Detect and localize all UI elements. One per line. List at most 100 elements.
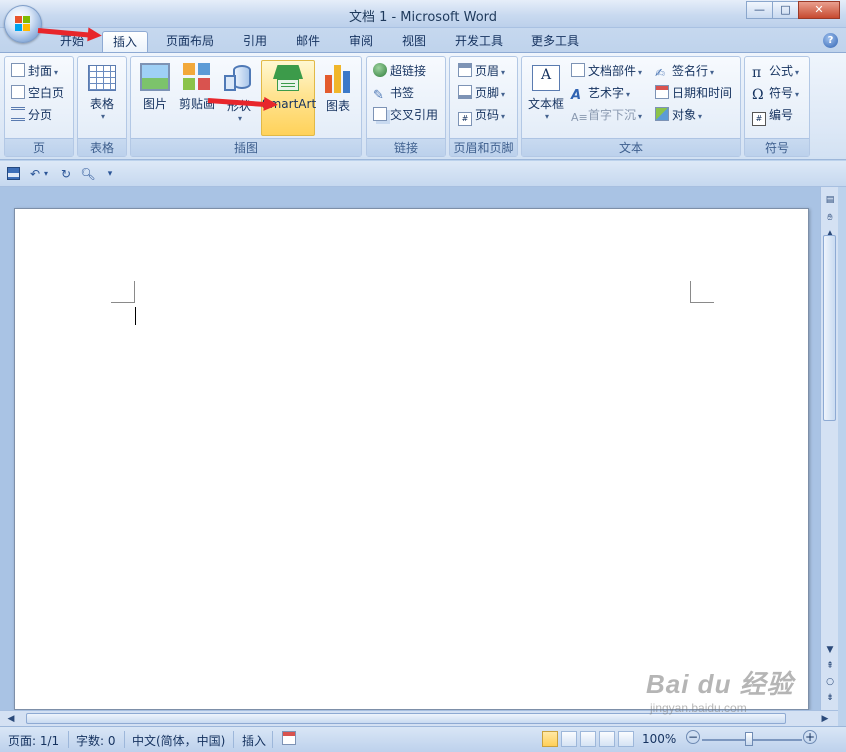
previous-page-icon[interactable]: ⇞ bbox=[823, 659, 837, 673]
wordart-button[interactable]: A 艺术字 ▾ bbox=[571, 83, 630, 103]
chart-label: 图表 bbox=[325, 99, 350, 113]
full-screen-reading-view-icon[interactable] bbox=[561, 731, 577, 747]
vertical-scrollbar[interactable]: ▤ ✋︎ ▲ ▼ ⇞ ○ ⇟ bbox=[820, 187, 838, 710]
close-button[interactable]: ✕ bbox=[798, 1, 840, 19]
chart-button[interactable]: 图表 bbox=[319, 59, 357, 137]
tab-references[interactable]: 引用 bbox=[234, 31, 276, 52]
table-button[interactable]: 表格 ▾ bbox=[82, 59, 122, 135]
shapes-button[interactable]: 形状 ▾ bbox=[219, 59, 259, 137]
bookmark-icon: ✎ bbox=[373, 88, 384, 103]
vertical-scroll-thumb[interactable] bbox=[823, 235, 836, 421]
save-icon[interactable] bbox=[6, 166, 22, 182]
group-header-footer: 页眉 ▾ 页脚 ▾ # 页码 ▾ 页眉和页脚 bbox=[449, 56, 518, 157]
help-icon[interactable]: ? bbox=[823, 33, 838, 48]
outline-view-icon[interactable] bbox=[599, 731, 615, 747]
page-break-button[interactable]: 分页 bbox=[11, 105, 52, 125]
header-label: 页眉 bbox=[475, 64, 500, 78]
select-browse-object-icon[interactable]: ○ bbox=[823, 675, 837, 689]
tab-insert[interactable]: 插入 bbox=[102, 31, 148, 53]
print-layout-view-icon[interactable] bbox=[542, 731, 558, 747]
hyperlink-label: 超链接 bbox=[390, 64, 427, 78]
zoom-slider-thumb[interactable] bbox=[745, 732, 753, 746]
minimize-button[interactable]: — bbox=[746, 1, 773, 19]
ruler-toggle-icon[interactable]: ▤ bbox=[823, 193, 837, 207]
number-icon: # bbox=[752, 112, 766, 126]
quick-parts-icon bbox=[571, 63, 585, 77]
smartart-icon bbox=[273, 65, 303, 93]
group-tables-label: 表格 bbox=[78, 138, 126, 156]
page-number-icon: # bbox=[458, 112, 472, 126]
equation-button[interactable]: π 公式 ▾ bbox=[752, 61, 799, 81]
customize-qat-icon[interactable]: ▾ bbox=[104, 166, 116, 182]
tab-developer[interactable]: 开发工具 bbox=[446, 31, 512, 52]
browse-hand-icon[interactable]: ✋︎ bbox=[823, 211, 837, 225]
quick-parts-button[interactable]: 文档部件 ▾ bbox=[571, 61, 642, 81]
bookmark-label: 书签 bbox=[390, 86, 415, 100]
status-insert-mode[interactable]: 插入 bbox=[242, 732, 266, 749]
bookmark-button[interactable]: ✎ 书签 bbox=[373, 83, 414, 103]
picture-button[interactable]: 图片 bbox=[135, 59, 175, 137]
status-page[interactable]: 页面: 1/1 bbox=[8, 732, 59, 749]
equation-label: 公式 bbox=[769, 64, 794, 78]
cover-page-label: 封面 bbox=[28, 64, 53, 78]
hyperlink-button[interactable]: 超链接 bbox=[373, 61, 426, 81]
maximize-button[interactable]: □ bbox=[772, 1, 799, 19]
footer-button[interactable]: 页脚 ▾ bbox=[458, 83, 505, 103]
drop-cap-label: 首字下沉 bbox=[588, 108, 637, 122]
zoom-in-icon[interactable]: + bbox=[803, 730, 817, 744]
header-button[interactable]: 页眉 ▾ bbox=[458, 61, 505, 81]
textbox-button[interactable]: A 文本框 ▾ bbox=[525, 59, 567, 137]
draft-view-icon[interactable] bbox=[618, 731, 634, 747]
next-page-icon[interactable]: ⇟ bbox=[823, 691, 837, 705]
status-word-count[interactable]: 字数: 0 bbox=[76, 732, 116, 749]
tab-review[interactable]: 审阅 bbox=[340, 31, 382, 52]
redo-icon[interactable]: ↻ bbox=[58, 166, 74, 182]
blank-page-label: 空白页 bbox=[28, 86, 65, 100]
blank-page-button[interactable]: 空白页 bbox=[11, 83, 64, 103]
cross-reference-icon bbox=[373, 107, 387, 121]
textbox-dropdown-icon: ▾ bbox=[544, 112, 549, 121]
tab-more-tools[interactable]: 更多工具 bbox=[522, 31, 588, 52]
signature-line-button[interactable]: ✍ 签名行 ▾ bbox=[655, 61, 714, 81]
print-preview-icon[interactable]: 🔍︎ bbox=[80, 166, 96, 182]
number-button[interactable]: # 编号 bbox=[752, 105, 794, 126]
drop-cap-button[interactable]: A≡首字下沉 ▾ bbox=[571, 105, 642, 125]
tab-mailings[interactable]: 邮件 bbox=[287, 31, 329, 52]
scroll-right-icon[interactable]: ▶ bbox=[818, 712, 832, 726]
office-button[interactable] bbox=[4, 5, 42, 43]
tab-page-layout[interactable]: 页面布局 bbox=[158, 31, 222, 52]
web-layout-view-icon[interactable] bbox=[580, 731, 596, 747]
undo-dropdown-icon[interactable]: ▾ bbox=[41, 166, 51, 182]
textbox-label: 文本框 bbox=[527, 97, 564, 111]
shapes-dropdown-icon: ▾ bbox=[237, 114, 242, 123]
macro-record-icon[interactable] bbox=[282, 731, 296, 745]
cover-page-button[interactable]: 封面 ▾ bbox=[11, 61, 58, 81]
document-page[interactable] bbox=[14, 208, 809, 710]
tab-view[interactable]: 视图 bbox=[393, 31, 435, 52]
group-pages: 封面 ▾ 空白页 分页 页 bbox=[4, 56, 74, 157]
baidu-watermark: Bai du 经验 jingyan.baidu.com bbox=[646, 664, 794, 715]
page-number-button[interactable]: # 页码 ▾ bbox=[458, 105, 505, 126]
header-icon bbox=[458, 63, 472, 77]
zoom-out-icon[interactable]: − bbox=[686, 730, 700, 744]
scroll-left-icon[interactable]: ◀ bbox=[4, 712, 18, 726]
number-label: 编号 bbox=[769, 108, 794, 122]
status-bar: 页面: 1/1 字数: 0 中文(简体，中国) 插入 100% − + bbox=[0, 726, 846, 752]
group-text: A 文本框 ▾ 文档部件 ▾ A 艺术字 ▾ A≡首字下沉 ▾ ✍ 签名行 ▾ 日期和时间 … bbox=[521, 56, 741, 157]
status-separator bbox=[124, 731, 125, 748]
cross-reference-button[interactable]: 交叉引用 bbox=[373, 105, 438, 125]
scroll-down-icon[interactable]: ▼ bbox=[823, 643, 837, 657]
chart-icon bbox=[324, 63, 352, 93]
cover-page-icon bbox=[11, 63, 25, 77]
symbol-button[interactable]: Ω 符号 ▾ bbox=[752, 83, 799, 103]
status-separator bbox=[68, 731, 69, 748]
zoom-level[interactable]: 100% bbox=[642, 732, 676, 746]
object-button[interactable]: 对象 ▾ bbox=[655, 105, 702, 125]
footer-icon bbox=[458, 85, 472, 99]
title-bar: 文档 1 - Microsoft Word — □ ✕ bbox=[0, 0, 846, 43]
date-time-button[interactable]: 日期和时间 bbox=[655, 83, 732, 103]
pi-icon: π bbox=[752, 65, 762, 81]
status-language[interactable]: 中文(简体，中国) bbox=[132, 732, 225, 749]
status-separator bbox=[233, 731, 234, 748]
signature-line-label: 签名行 bbox=[672, 64, 709, 78]
